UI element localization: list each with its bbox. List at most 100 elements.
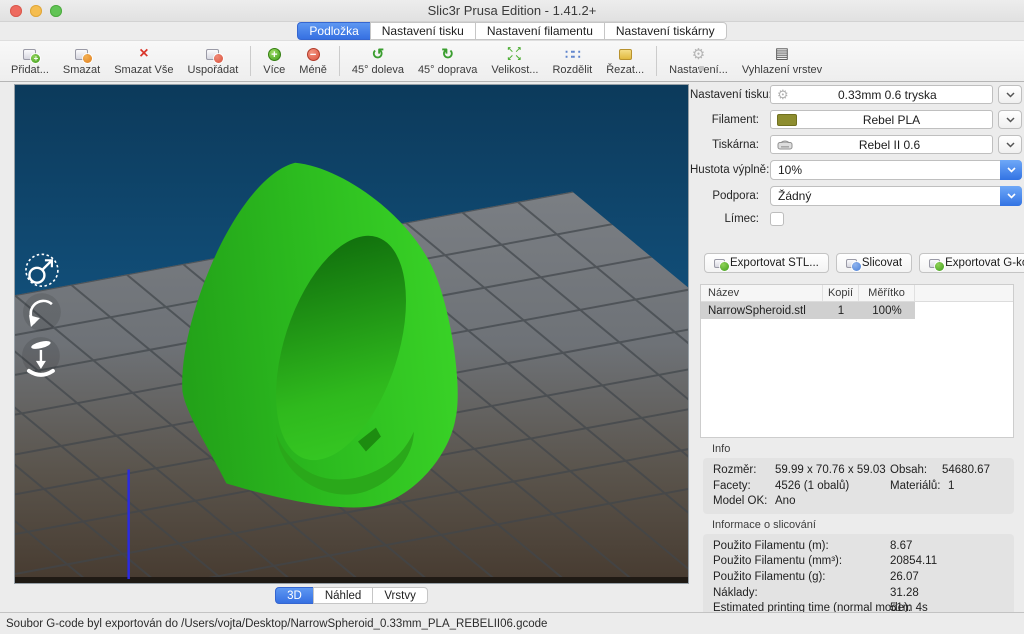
model-ok-value: Ano [775,494,890,510]
infill-density-label: Hustota výplně: [690,164,770,176]
brim-label: Límec: [690,213,770,225]
brim-checkbox[interactable] [770,212,784,226]
toolbar-separator [250,46,251,76]
status-bar: Soubor G-code byl exportován do /Users/v… [0,612,1024,634]
pane-splitter-handle[interactable] [699,66,704,71]
flatten-gizmo[interactable] [22,337,60,375]
column-header-nazev: Název [701,285,823,301]
print-settings-select[interactable]: ⚙ 0.33mm 0.6 tryska [770,85,993,104]
chevron-down-icon [1006,92,1015,98]
plus-circle-icon: + [268,46,281,62]
export-gcode-button[interactable]: Exportovat G-kód... [919,253,1024,273]
scale-arrows-icon: ↖↗↙↘ [507,46,523,62]
size-value: 59.99 x 70.76 x 59.03 [775,463,890,479]
filament-select[interactable]: Rebel PLA [770,110,993,129]
rotate-left-button[interactable]: ↺ 45° doleva [345,41,411,81]
slicing-group-box: Použito Filamentu (m): 8.67 Použito Fila… [703,534,1014,622]
gear-icon: ⚙ [777,88,789,101]
layer-smoothing-button[interactable]: ▤ Vyhlazení vrstev [735,41,829,81]
materials-value: 1 [942,479,1014,495]
delete-all-button[interactable]: × Smazat Vše [107,41,180,81]
tab-nastaveni-filamentu[interactable]: Nastavení filamentu [475,22,605,40]
printer-dropdown-button[interactable] [998,135,1022,154]
chevron-down-icon [1006,117,1015,123]
tab-3d[interactable]: 3D [275,587,314,604]
size-label: Rozměr: [713,463,775,479]
add-button[interactable]: + Přidat... [4,41,56,81]
cube-add-icon: + [23,46,36,62]
title-bar: Slic3r Prusa Edition - 1.41.2+ [0,0,1024,22]
layers-icon: ▤ [775,46,789,62]
rotate-gizmo[interactable] [23,293,61,331]
object-settings-button[interactable]: ⚙ Nastavení... [662,41,735,81]
toolbar-separator [656,46,657,76]
printer-label: Tiskárna: [690,139,770,151]
toolbar: + Přidat... Smazat × Smazat Vše Uspořáda… [0,40,1024,82]
column-header-meritko: Měřítko [859,285,915,301]
printer-select[interactable]: Rebel II 0.6 [770,135,993,154]
cube-remove-icon [75,46,88,62]
chevron-down-icon [1000,186,1022,206]
scale-button[interactable]: ↖↗↙↘ Velikost... [484,41,545,81]
cut-cube-icon [619,46,632,62]
rotate-right-button[interactable]: ↻ 45° doprava [411,41,484,81]
slice-button[interactable]: Slicovat [836,253,912,273]
status-message: Soubor G-code byl exportován do /Users/v… [6,618,547,630]
info-group-title: Info [712,443,1022,455]
export-cube-icon [929,259,940,268]
toolbar-separator [339,46,340,76]
tab-nahled[interactable]: Náhled [313,587,373,604]
settings-sidebar: Nastavení tisku: ⚙ 0.33mm 0.6 tryska Fil… [690,85,1022,621]
slice-cube-icon [846,259,857,268]
minimize-window-button[interactable] [30,5,42,17]
export-stl-button[interactable]: Exportovat STL... [704,253,829,273]
filament-dropdown-button[interactable] [998,110,1022,129]
object-list-table[interactable]: Název Kopií Měřítko NarrowSpheroid.stl 1… [700,284,1014,438]
close-window-button[interactable] [10,5,22,17]
tab-nastaveni-tisku[interactable]: Nastavení tisku [370,22,476,40]
tab-nastaveni-tiskarny[interactable]: Nastavení tiskárny [604,22,727,40]
filament-m-label: Použito Filamentu (m): [713,539,890,555]
support-dropdown[interactable]: Žádný [770,186,1022,206]
infill-density-dropdown[interactable]: 10% [770,160,1022,180]
filament-label: Filament: [690,114,770,126]
delete-button[interactable]: Smazat [56,41,107,81]
filament-mm3-value: 20854.11 [890,554,1014,570]
model-ok-label: Model OK: [713,494,775,510]
filament-mm3-label: Použito Filamentu (mm³): [713,554,890,570]
cost-value: 31.28 [890,586,1014,602]
3d-scene [15,85,688,583]
3d-viewport-canvas[interactable] [14,84,689,584]
tab-vrstvy[interactable]: Vrstvy [372,587,428,604]
print-settings-dropdown-button[interactable] [998,85,1022,104]
arrange-button[interactable]: Uspořádat [181,41,246,81]
view-mode-tab-bar: 3D Náhled Vrstvy [14,587,689,604]
chevron-down-icon [1006,142,1015,148]
more-copies-button[interactable]: + Více [256,41,292,81]
cut-button[interactable]: Řezat... [599,41,651,81]
rotate-ccw-icon: ↺ [372,46,385,62]
tab-podlozka[interactable]: Podložka [297,22,370,40]
zoom-window-button[interactable] [50,5,62,17]
facets-label: Facety: [713,479,775,495]
filament-g-value: 26.07 [890,570,1014,586]
slicing-group-title: Informace o slicování [712,519,1022,531]
printer-icon [777,139,793,150]
action-buttons: Exportovat STL... Slicovat Exportovat G-… [704,253,1022,273]
export-cube-icon [714,259,725,268]
cost-label: Náklady: [713,586,890,602]
info-group-box: Rozměr: 59.99 x 70.76 x 59.03 Obsah: 546… [703,458,1014,514]
split-button[interactable]: ∷∷ Rozdělit [545,41,599,81]
volume-value: 54680.67 [942,463,1014,479]
facets-value: 4526 (1 obalů) [775,479,890,495]
minus-circle-icon: − [307,46,320,62]
filament-g-label: Použito Filamentu (g): [713,570,890,586]
fewer-copies-button[interactable]: − Méně [292,41,334,81]
arrange-cubes-icon [206,46,219,62]
window-title: Slic3r Prusa Edition - 1.41.2+ [0,3,1024,18]
gear-icon: ⚙ [692,46,705,62]
rotate-cw-icon: ↻ [441,46,454,62]
app-window: Slic3r Prusa Edition - 1.41.2+ Podložka … [0,0,1024,634]
filament-m-value: 8.67 [890,539,1014,555]
table-row[interactable]: NarrowSpheroid.stl 1 100% [701,302,1013,319]
